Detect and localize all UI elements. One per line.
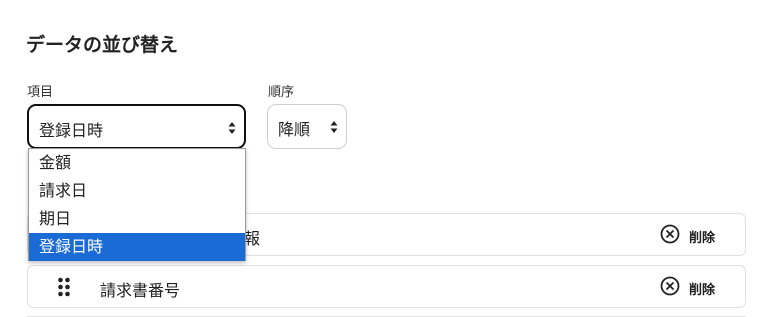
order-select-value: 降順	[278, 120, 311, 139]
order-label: 順序	[268, 85, 295, 100]
item-select-dropdown: 金額 請求日 期日 登録日時	[28, 148, 246, 261]
dropdown-option[interactable]: 請求日	[29, 177, 245, 205]
circle-x-icon	[660, 224, 680, 248]
updown-arrows-icon	[228, 120, 236, 139]
sort-row-label: 請求書番号	[100, 281, 181, 300]
sort-row: 請求書番号 削除	[27, 265, 746, 308]
item-select-value: 登録日時	[39, 121, 104, 140]
item-label: 項目	[27, 85, 54, 100]
delete-label: 削除	[688, 230, 715, 246]
page-title: データの並び替え	[26, 34, 179, 56]
dropdown-option[interactable]: 期日	[29, 205, 245, 233]
dropdown-option[interactable]: 金額	[29, 149, 245, 177]
updown-arrows-icon	[330, 119, 338, 138]
dropdown-option-selected[interactable]: 登録日時	[29, 233, 245, 261]
item-select[interactable]: 登録日時	[27, 104, 246, 149]
sort-row-label: 報	[244, 229, 261, 248]
delete-label: 削除	[688, 282, 715, 298]
order-select[interactable]: 降順	[267, 104, 347, 149]
circle-x-icon	[660, 276, 680, 300]
delete-button[interactable]: 削除	[660, 276, 715, 300]
drag-handle-icon[interactable]	[58, 277, 70, 301]
delete-button[interactable]: 削除	[660, 224, 715, 248]
